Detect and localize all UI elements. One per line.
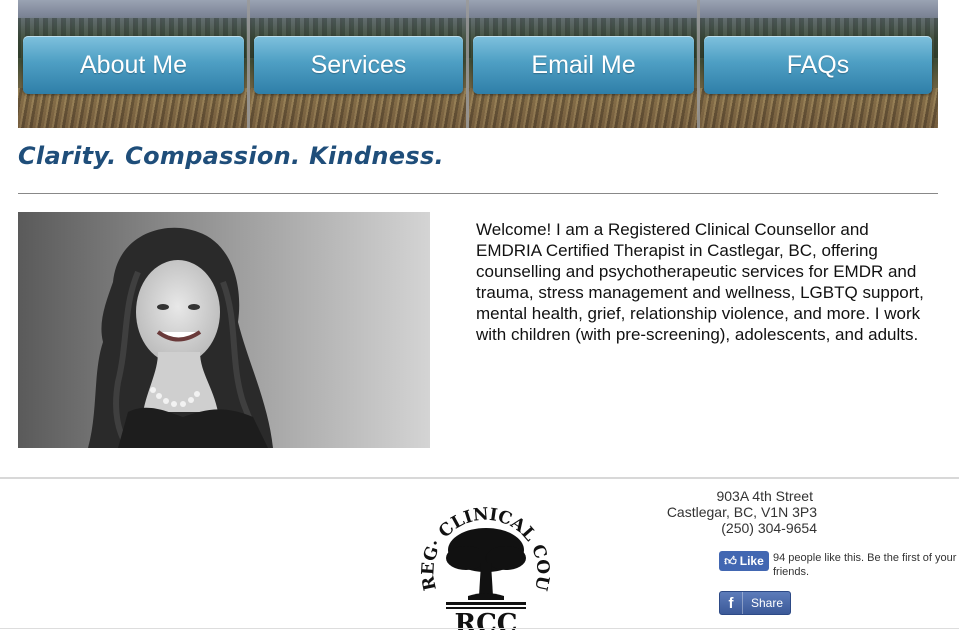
banner-grass-image — [18, 88, 938, 128]
banner-divider — [466, 0, 469, 128]
footer-divider — [0, 477, 959, 479]
nav-label: About Me — [79, 50, 187, 79]
nav-services-button[interactable]: Services — [254, 36, 463, 94]
nav-label: Email Me — [531, 50, 636, 79]
banner-divider — [247, 0, 250, 128]
address-street: 903A 4th Street — [716, 488, 813, 504]
page-tagline: Clarity. Compassion. Kindness. — [18, 142, 444, 170]
thumbs-up-icon: 👍︎ — [724, 553, 737, 568]
nav-email-me-button[interactable]: Email Me — [473, 36, 694, 94]
welcome-paragraph: Welcome! I am a Registered Clinical Coun… — [476, 220, 924, 344]
banner-divider — [697, 0, 700, 128]
like-label: Like — [739, 554, 764, 568]
address-city: Castlegar, BC, V1N 3P3 — [666, 504, 817, 520]
facebook-like-count: 94 people like this. Be the first of you… — [773, 552, 957, 578]
facebook-share-button[interactable]: f Share — [719, 591, 791, 615]
divider — [18, 193, 938, 194]
nav-about-me-button[interactable]: About Me — [23, 36, 244, 94]
nav-faqs-button[interactable]: FAQs — [704, 36, 932, 94]
contact-address: 903A 4th Street Castlegar, BC, V1N 3P3 (… — [640, 488, 817, 536]
seal-bottom-text: RCC — [455, 609, 518, 630]
nav-label: FAQs — [786, 50, 850, 79]
counsellor-portrait-photo — [18, 212, 430, 448]
footer-bottom-divider — [0, 628, 959, 629]
share-label: Share — [751, 596, 784, 610]
facebook-icon: f — [720, 592, 743, 614]
nav-label: Services — [310, 50, 407, 79]
address-phone: (250) 304-9654 — [721, 520, 817, 536]
facebook-like-button[interactable]: 👍︎ Like — [719, 551, 769, 571]
rcc-seal-logo: REG· CLINICAL COUNSELLOR RCC — [408, 498, 550, 630]
